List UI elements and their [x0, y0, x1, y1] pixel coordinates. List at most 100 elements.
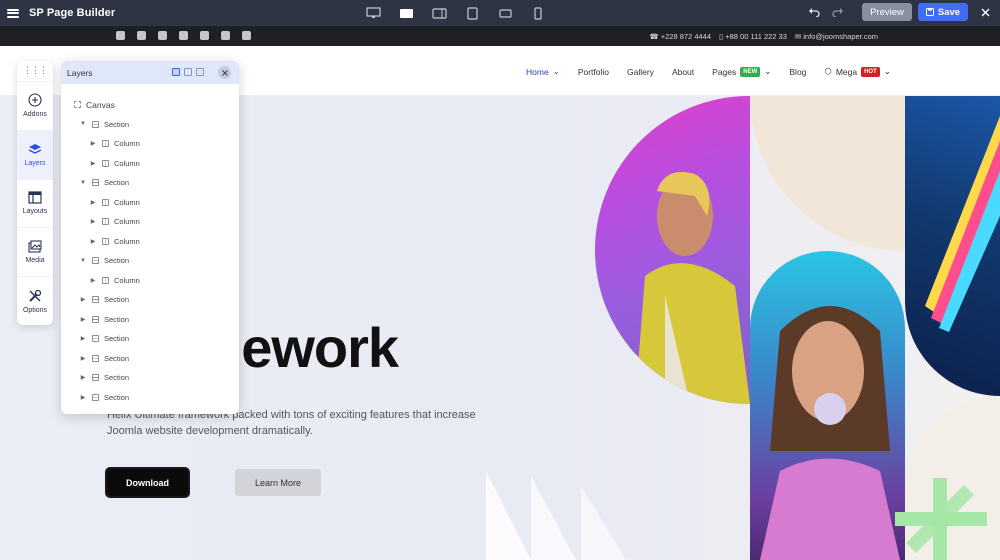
- preview-button[interactable]: Preview: [862, 3, 912, 21]
- sidebar-item-layouts[interactable]: Layouts: [17, 178, 53, 228]
- dock-left-icon[interactable]: [184, 68, 192, 76]
- hero-image-man: [595, 96, 750, 404]
- nav-item-about[interactable]: About: [672, 67, 694, 77]
- caret-right-icon[interactable]: ▶: [89, 160, 97, 167]
- layers-icon: [28, 143, 42, 154]
- sidebar-item-label: Layers: [24, 159, 46, 167]
- layer-item-sec[interactable]: ▶ Section: [61, 310, 239, 330]
- hero-image-woman: [750, 251, 905, 560]
- section-icon: [92, 335, 99, 343]
- linkedin-icon[interactable]: [200, 31, 209, 40]
- hero-image-neon: [905, 96, 1000, 396]
- tablet-portrait-icon[interactable]: [463, 5, 481, 21]
- caret-right-icon[interactable]: ▶: [79, 374, 87, 381]
- layers-panel-title: Layers: [67, 67, 93, 78]
- phone-2[interactable]: ▯ +88 00 111 222 33: [719, 32, 787, 41]
- nav-item-portfolio[interactable]: Portfolio: [578, 67, 609, 77]
- device-switcher: [364, 5, 562, 21]
- layer-item-canvas[interactable]: Canvas: [61, 95, 239, 115]
- nav-item-mega[interactable]: ⬡ Mega HOT ⌄: [824, 66, 891, 77]
- caret-right-icon[interactable]: ▶: [89, 218, 97, 225]
- column-icon: [102, 198, 109, 206]
- pinterest-icon[interactable]: [158, 31, 167, 40]
- column-icon: [102, 159, 109, 167]
- decor-star-shape: [895, 478, 987, 560]
- flickr-icon[interactable]: [242, 31, 251, 40]
- caret-right-icon[interactable]: ▶: [79, 355, 87, 362]
- social-links: [116, 31, 263, 40]
- save-button[interactable]: Save: [918, 3, 968, 21]
- layer-item-col[interactable]: ▶ Column: [61, 271, 239, 291]
- close-panel-icon[interactable]: [218, 66, 231, 79]
- hamburger-menu-icon[interactable]: [7, 8, 19, 18]
- close-icon[interactable]: [978, 5, 992, 19]
- layer-item-sec[interactable]: ▼ Section: [61, 173, 239, 193]
- caret-right-icon[interactable]: ▶: [79, 394, 87, 401]
- caret-right-icon[interactable]: ▶: [79, 296, 87, 303]
- sidebar-item-media[interactable]: Media: [17, 227, 53, 276]
- layer-item-col[interactable]: ▶ Column: [61, 232, 239, 252]
- column-icon: [102, 237, 109, 245]
- mobile-portrait-icon[interactable]: [529, 5, 547, 21]
- instagram-icon[interactable]: [221, 31, 230, 40]
- layer-item-col[interactable]: ▶ Column: [61, 154, 239, 174]
- section-icon: [92, 120, 99, 128]
- layer-item-sec[interactable]: ▶ Section: [61, 388, 239, 408]
- caret-down-icon[interactable]: ▼: [79, 258, 87, 264]
- layer-item-label: Section: [104, 373, 130, 383]
- laptop-icon[interactable]: [397, 5, 415, 21]
- layer-item-sec[interactable]: ▶ Section: [61, 349, 239, 369]
- sidebar-item-label: Addons: [23, 111, 47, 119]
- layer-item-label: Section: [104, 119, 130, 129]
- layer-item-sec[interactable]: ▼ Section: [61, 115, 239, 135]
- caret-right-icon[interactable]: ▶: [89, 199, 97, 206]
- caret-down-icon[interactable]: ▼: [79, 121, 87, 127]
- email-link[interactable]: ✉ info@joomshaper.com: [795, 32, 878, 41]
- caret-right-icon[interactable]: ▶: [79, 316, 87, 323]
- layer-item-label: Column: [114, 139, 140, 149]
- layer-item-col[interactable]: ▶ Column: [61, 212, 239, 232]
- sidebar-item-label: Options: [22, 306, 48, 314]
- caret-right-icon[interactable]: ▶: [79, 335, 87, 342]
- nav-item-home[interactable]: Home ⌄: [526, 66, 560, 77]
- sidebar-item-options[interactable]: Options: [17, 276, 53, 325]
- section-icon: [92, 354, 99, 362]
- desktop-monitor-icon[interactable]: [364, 5, 382, 21]
- undo-icon[interactable]: [806, 4, 822, 20]
- layer-item-col[interactable]: ▶ Column: [61, 134, 239, 154]
- caret-right-icon[interactable]: ▶: [89, 238, 97, 245]
- drag-handle-icon[interactable]: ⋮⋮⋮: [23, 61, 48, 81]
- layer-item-label: Column: [114, 275, 140, 285]
- download-button[interactable]: Download: [107, 469, 188, 496]
- sidebar-item-label: Media: [25, 257, 45, 265]
- layer-item-sec[interactable]: ▶ Section: [61, 368, 239, 388]
- dock-right-icon[interactable]: [196, 68, 204, 76]
- youtube-icon[interactable]: [179, 31, 188, 40]
- canvas-icon: [74, 101, 81, 109]
- learn-more-button[interactable]: Learn More: [235, 469, 321, 496]
- tablet-landscape-icon[interactable]: [430, 5, 448, 21]
- section-icon: [92, 296, 99, 304]
- caret-right-icon[interactable]: ▶: [89, 277, 97, 284]
- nav-item-blog[interactable]: Blog: [789, 67, 806, 77]
- redo-icon[interactable]: [830, 4, 846, 20]
- cube-icon: ⬡: [824, 66, 832, 76]
- phone-1[interactable]: ☎ +228 872 4444: [649, 32, 711, 41]
- sidebar-item-label: Layouts: [22, 208, 48, 216]
- layer-item-sec[interactable]: ▶ Section: [61, 290, 239, 310]
- dock-float-icon[interactable]: [172, 68, 180, 76]
- sidebar-item-addons[interactable]: Addons: [17, 80, 53, 130]
- nav-item-gallery[interactable]: Gallery: [627, 67, 654, 77]
- layer-item-sec[interactable]: ▶ Section: [61, 329, 239, 349]
- twitter-icon[interactable]: [137, 31, 146, 40]
- mobile-landscape-icon[interactable]: [496, 5, 514, 21]
- layer-item-sec[interactable]: ▼ Section: [61, 251, 239, 271]
- layer-item-col[interactable]: ▶ Column: [61, 193, 239, 213]
- caret-right-icon[interactable]: ▶: [89, 140, 97, 147]
- contact-info: ☎ +228 872 4444 ▯ +88 00 111 222 33 ✉ in…: [649, 32, 878, 41]
- layer-item-label: Section: [104, 334, 130, 344]
- facebook-icon[interactable]: [116, 31, 125, 40]
- caret-down-icon[interactable]: ▼: [79, 180, 87, 186]
- sidebar-item-layers[interactable]: Layers: [17, 129, 53, 179]
- nav-item-pages[interactable]: Pages NEW ⌄: [712, 66, 771, 77]
